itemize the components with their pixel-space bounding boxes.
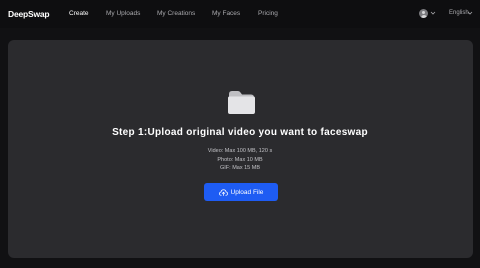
cloud-upload-icon xyxy=(218,188,228,196)
gif-limit: GIF: Max 15 MB xyxy=(219,165,261,171)
upload-step-heading: Step 1:Upload original video you want to… xyxy=(112,127,368,138)
upload-limits: Video: Max 100 MB, 120 s Photo: Max 10 M… xyxy=(0,147,480,173)
nav-my-uploads[interactable]: My Uploads xyxy=(106,10,140,17)
upload-file-label: Upload File xyxy=(230,188,264,196)
video-limit: Video: Max 100 MB, 120 s xyxy=(207,148,273,154)
nav-my-creations[interactable]: My Creations xyxy=(157,10,195,17)
avatar-chevron-down-icon[interactable] xyxy=(430,10,436,16)
avatar-body xyxy=(420,14,427,18)
nav-my-faces[interactable]: My Faces xyxy=(212,10,240,17)
deepswap-logo[interactable]: DeepSwap xyxy=(8,9,50,19)
nav-create[interactable]: Create xyxy=(69,10,89,17)
language-chevron-down-icon[interactable] xyxy=(467,10,473,16)
folder-icon xyxy=(228,91,255,114)
upload-file-button[interactable]: Upload File xyxy=(204,183,278,201)
language-selector[interactable]: English xyxy=(449,10,469,16)
photo-limit: Photo: Max 10 MB xyxy=(217,156,263,163)
avatar-head xyxy=(422,10,425,14)
nav-pricing[interactable]: Pricing xyxy=(258,10,278,17)
top-navigation-bar: DeepSwap Create My Uploads My Creations … xyxy=(0,0,480,28)
user-avatar-icon[interactable] xyxy=(419,9,428,18)
